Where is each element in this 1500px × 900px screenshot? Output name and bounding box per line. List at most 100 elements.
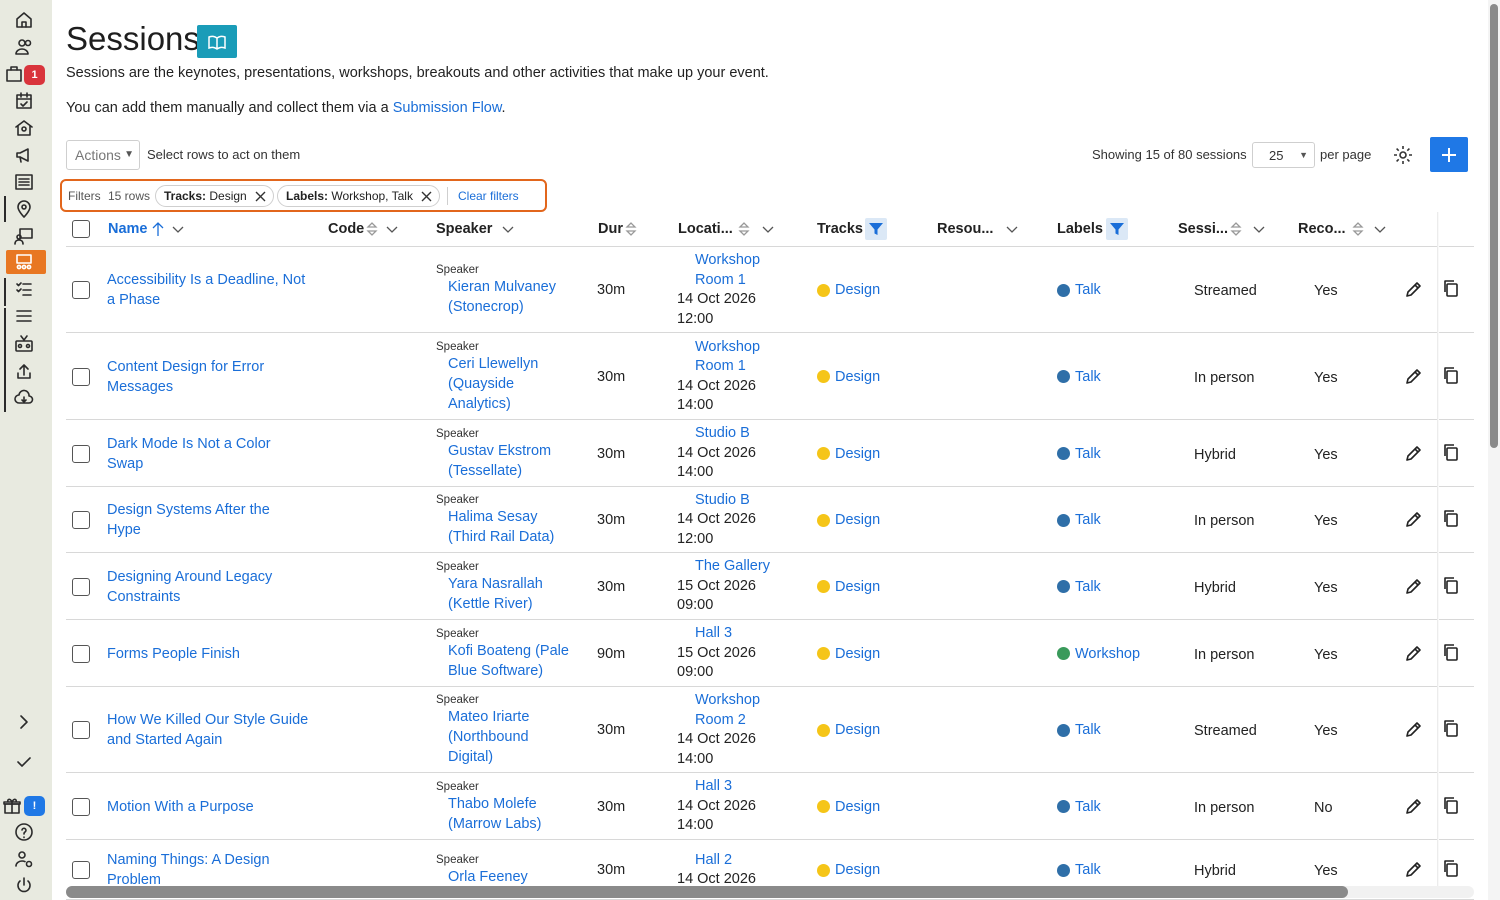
close-icon[interactable] <box>420 190 433 203</box>
track-tag[interactable]: Design <box>817 577 880 597</box>
list-icon[interactable] <box>12 171 36 193</box>
speaker-link[interactable]: Kieran Mulvaney (Stonecrop) <box>448 277 588 317</box>
row-checkbox[interactable] <box>72 281 90 299</box>
copy-icon[interactable] <box>1441 442 1461 462</box>
chevron-down-icon[interactable] <box>500 220 516 238</box>
session-name-link[interactable]: Designing Around Legacy Constraints <box>107 567 317 607</box>
label-tag[interactable]: Talk <box>1057 797 1101 817</box>
track-tag[interactable]: Design <box>817 367 880 387</box>
menu-lines-icon[interactable] <box>12 305 36 327</box>
copy-icon[interactable] <box>1441 365 1461 385</box>
checkmark-icon[interactable] <box>12 751 36 773</box>
sort-ascending-icon[interactable] <box>150 220 166 238</box>
checklist-icon[interactable] <box>12 278 36 300</box>
column-header-labels[interactable]: Labels <box>1057 221 1103 237</box>
gift-icon[interactable] <box>0 795 24 817</box>
copy-icon[interactable] <box>1441 575 1461 595</box>
column-header-speaker[interactable]: Speaker <box>436 221 492 237</box>
session-name-link[interactable]: Design Systems After the Hype <box>107 500 317 540</box>
edit-pencil-icon[interactable] <box>1404 443 1424 463</box>
track-tag[interactable]: Design <box>817 860 880 880</box>
row-checkbox[interactable] <box>72 577 90 596</box>
sort-icon[interactable] <box>1228 220 1244 238</box>
power-icon[interactable] <box>12 875 36 897</box>
column-header-name[interactable]: Name <box>108 221 148 237</box>
filter-active-icon[interactable] <box>1106 218 1128 240</box>
column-header-location[interactable]: Locati... <box>678 221 733 237</box>
vertical-scrollbar[interactable] <box>1488 0 1500 900</box>
room-link[interactable]: Hall 3 <box>677 777 756 797</box>
chevron-down-icon[interactable] <box>1372 220 1388 238</box>
row-checkbox[interactable] <box>72 511 90 529</box>
cloud-download-icon[interactable] <box>12 387 36 409</box>
label-tag[interactable]: Talk <box>1057 860 1101 880</box>
gear-icon[interactable] <box>1392 144 1414 166</box>
track-tag[interactable]: Design <box>817 280 880 300</box>
room-link[interactable]: Room 2 <box>677 711 760 731</box>
presenter-icon[interactable] <box>12 225 36 247</box>
edit-pencil-icon[interactable] <box>1404 279 1424 299</box>
copy-icon[interactable] <box>1441 858 1461 878</box>
filter-active-icon[interactable] <box>865 218 887 240</box>
edit-pencil-icon[interactable] <box>1404 719 1424 739</box>
room-link[interactable]: The Gallery <box>677 557 770 577</box>
user-settings-icon[interactable] <box>12 848 36 870</box>
session-name-link[interactable]: Motion With a Purpose <box>107 797 317 817</box>
sort-icon[interactable] <box>623 220 639 238</box>
copy-icon[interactable] <box>1441 718 1461 738</box>
speaker-link[interactable]: Yara Nasrallah (Kettle River) <box>448 574 588 614</box>
chevron-down-icon[interactable] <box>1251 220 1267 238</box>
per-page-select[interactable]: 25 ▼ <box>1252 142 1315 168</box>
session-name-link[interactable]: How We Killed Our Style Guide and Started… <box>107 710 317 750</box>
edit-pencil-icon[interactable] <box>1404 509 1424 529</box>
track-tag[interactable]: Design <box>817 797 880 817</box>
room-link[interactable]: Studio B <box>677 424 756 444</box>
row-checkbox[interactable] <box>72 644 90 663</box>
megaphone-icon[interactable] <box>12 144 36 166</box>
copy-icon[interactable] <box>1441 278 1461 298</box>
label-tag[interactable]: Workshop <box>1057 644 1140 664</box>
help-icon[interactable] <box>12 821 36 843</box>
filter-chip-labels[interactable]: Labels: Workshop, Talk <box>277 185 440 207</box>
calendar-icon[interactable] <box>12 90 36 112</box>
scrollbar-thumb[interactable] <box>66 886 1348 898</box>
location-pin-icon[interactable] <box>12 198 36 220</box>
add-session-button[interactable] <box>1430 137 1468 172</box>
briefcase-icon[interactable] <box>2 63 26 85</box>
column-header-recorded[interactable]: Reco... <box>1298 221 1346 237</box>
edit-pencil-icon[interactable] <box>1404 366 1424 386</box>
label-tag[interactable]: Talk <box>1057 280 1101 300</box>
speaker-link[interactable]: Ceri Llewellyn (Quayside Analytics) <box>448 354 588 414</box>
row-checkbox[interactable] <box>72 367 90 386</box>
submission-flow-link[interactable]: Submission Flow <box>393 100 502 116</box>
row-checkbox[interactable] <box>72 861 90 879</box>
edit-pencil-icon[interactable] <box>1404 859 1424 879</box>
people-icon[interactable] <box>12 36 36 58</box>
clear-filters-link[interactable]: Clear filters <box>458 189 519 203</box>
home-icon[interactable] <box>12 9 36 31</box>
edit-pencil-icon[interactable] <box>1404 643 1424 663</box>
room-link[interactable]: Workshop <box>677 691 760 711</box>
room-link[interactable]: Hall 3 <box>677 624 756 644</box>
close-icon[interactable] <box>254 190 267 203</box>
room-link[interactable]: Room 1 <box>677 357 760 377</box>
column-header-session-type[interactable]: Sessi... <box>1178 221 1228 237</box>
speaker-link[interactable]: Mateo Iriarte (Northbound Digital) <box>448 707 588 767</box>
column-header-duration[interactable]: Dur <box>598 221 623 237</box>
info-badge[interactable]: ! <box>24 796 45 816</box>
sort-icon[interactable] <box>736 220 752 238</box>
label-tag[interactable]: Talk <box>1057 510 1101 530</box>
speaker-link[interactable]: Thabo Molefe (Marrow Labs) <box>448 794 588 834</box>
room-link[interactable]: Workshop <box>677 251 760 271</box>
track-tag[interactable]: Design <box>817 644 880 664</box>
column-header-tracks[interactable]: Tracks <box>817 221 863 237</box>
copy-icon[interactable] <box>1441 795 1461 815</box>
chevron-down-icon[interactable] <box>170 220 186 238</box>
room-link[interactable]: Workshop <box>677 338 760 358</box>
guide-button[interactable] <box>197 25 237 58</box>
broadcast-icon[interactable] <box>12 333 36 355</box>
select-all-checkbox[interactable] <box>72 220 90 238</box>
track-tag[interactable]: Design <box>817 720 880 740</box>
notification-badge[interactable]: 1 <box>24 65 45 85</box>
upload-icon[interactable] <box>12 360 36 382</box>
